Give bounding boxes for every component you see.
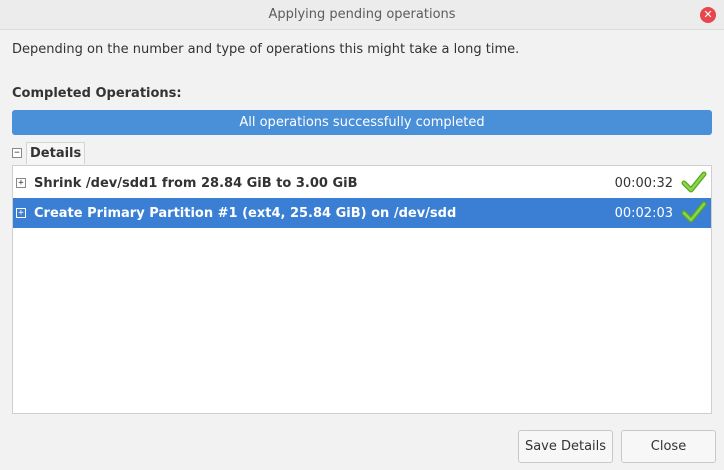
collapse-icon[interactable]: −	[12, 148, 22, 158]
completed-operations-label: Completed Operations:	[12, 86, 182, 101]
operation-row[interactable]: + Shrink /dev/sdd1 from 28.84 GiB to 3.0…	[13, 168, 711, 198]
operation-time: 00:02:03	[614, 205, 673, 221]
window-title: Applying pending operations	[268, 7, 456, 22]
progress-bar: All operations successfully completed	[12, 110, 712, 135]
operation-time: 00:00:32	[614, 175, 673, 191]
operation-text: Create Primary Partition #1 (ext4, 25.84…	[34, 205, 457, 221]
close-button[interactable]: Close	[621, 430, 716, 463]
save-details-button[interactable]: Save Details	[518, 430, 613, 463]
expand-icon[interactable]: +	[16, 208, 26, 218]
details-label[interactable]: Details	[26, 142, 86, 164]
check-icon	[681, 171, 707, 193]
window-close-icon[interactable]: ✕	[700, 7, 716, 23]
operation-text: Shrink /dev/sdd1 from 28.84 GiB to 3.00 …	[34, 175, 358, 191]
expand-icon[interactable]: +	[16, 178, 26, 188]
check-icon	[681, 201, 707, 223]
title-bar: Applying pending operations ✕	[0, 0, 724, 30]
operation-row-selected[interactable]: + Create Primary Partition #1 (ext4, 25.…	[13, 198, 711, 228]
operations-tree[interactable]: + Shrink /dev/sdd1 from 28.84 GiB to 3.0…	[12, 165, 712, 414]
progress-text: All operations successfully completed	[239, 115, 485, 130]
description-text: Depending on the number and type of oper…	[12, 42, 520, 57]
details-expander[interactable]: − Details	[12, 142, 86, 164]
